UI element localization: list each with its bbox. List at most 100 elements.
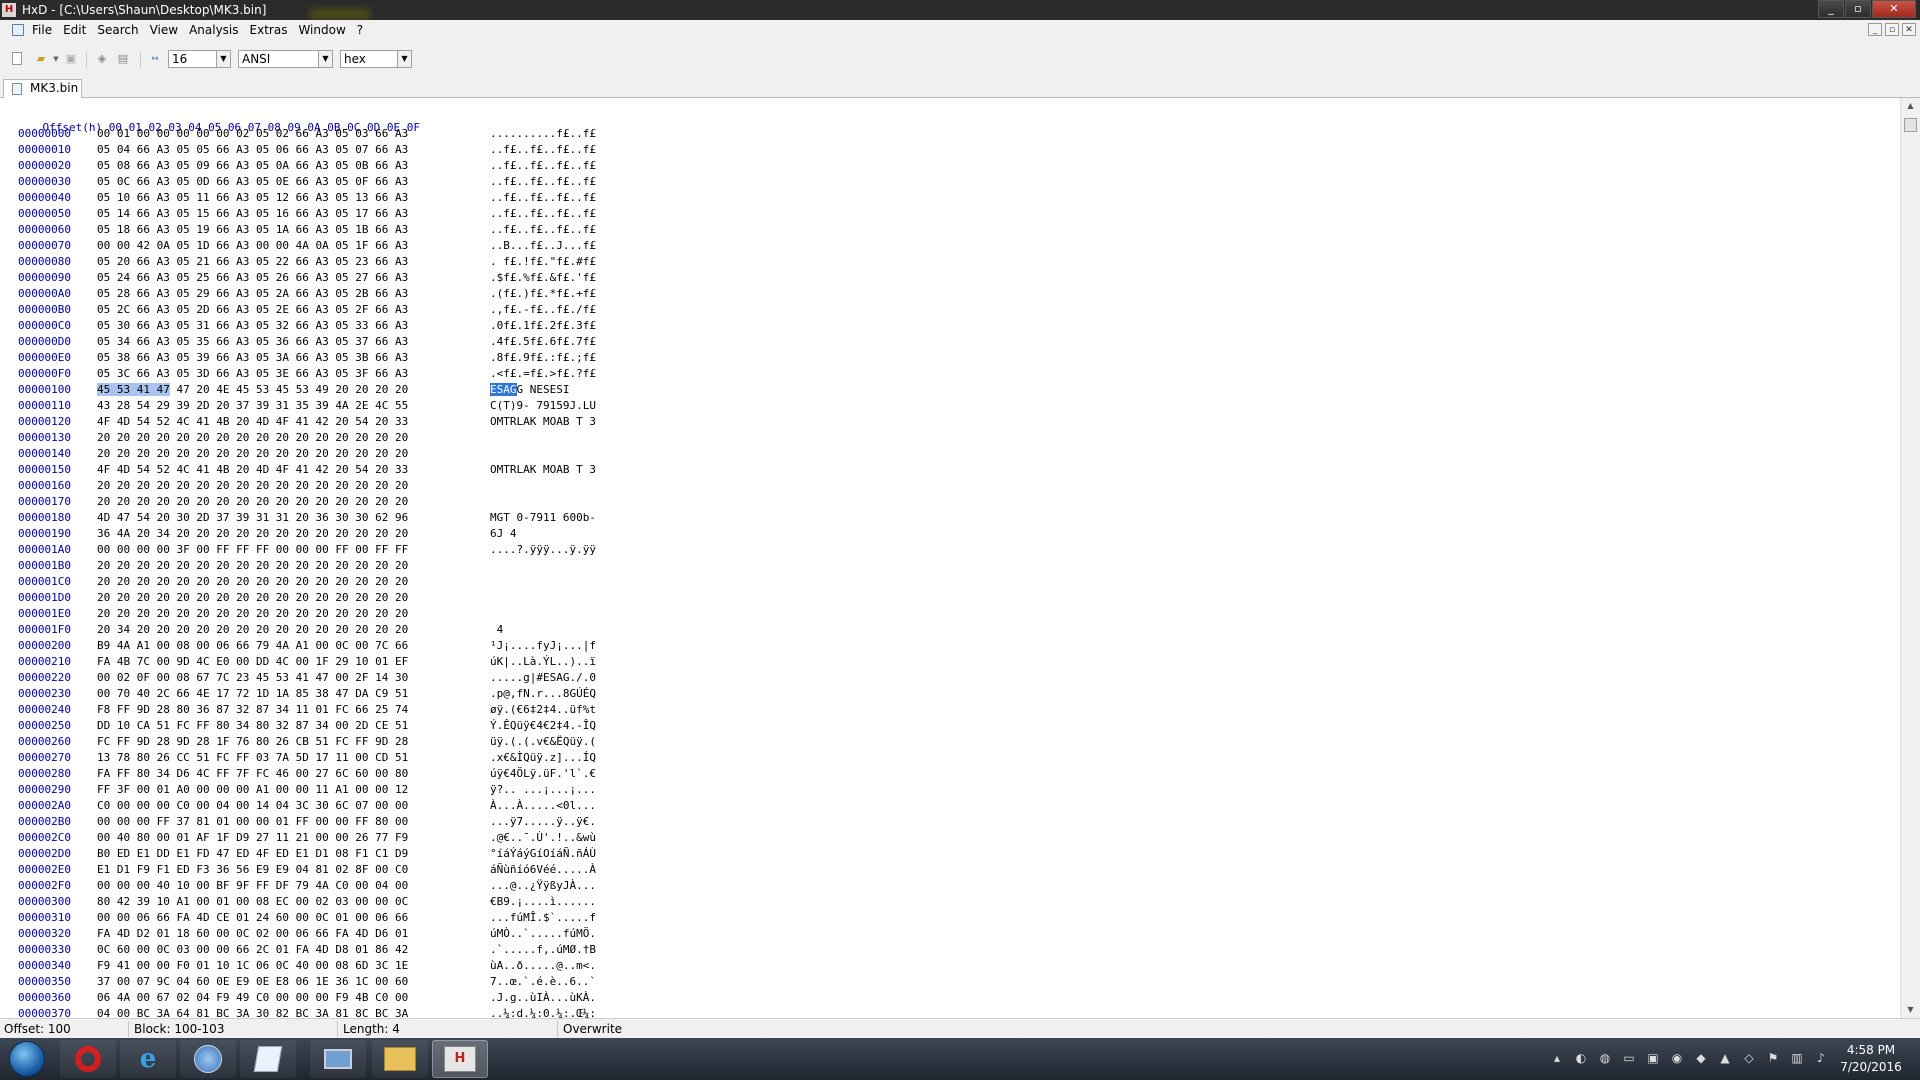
- row-hex-bytes[interactable]: 05 2C 66 A3 05 2D 66 A3 05 2E 66 A3 05 2…: [97, 302, 408, 318]
- save-icon[interactable]: ▣: [64, 52, 78, 66]
- row-ascii[interactable]: ...ÿ7.....ÿ..ÿ€.: [490, 814, 596, 830]
- disk-icon[interactable]: ◈: [95, 52, 109, 66]
- row-hex-bytes[interactable]: 05 34 66 A3 05 35 66 A3 05 36 66 A3 05 3…: [97, 334, 408, 350]
- row-ascii[interactable]: ...fúMÎ.$`.....f: [490, 910, 596, 926]
- row-hex-bytes[interactable]: 20 20 20 20 20 20 20 20 20 20 20 20 20 2…: [97, 494, 408, 510]
- scroll-thumb[interactable]: [1904, 118, 1917, 132]
- status-mode[interactable]: Overwrite: [563, 1022, 622, 1036]
- row-hex-bytes[interactable]: 05 18 66 A3 05 19 66 A3 05 1A 66 A3 05 1…: [97, 222, 408, 238]
- tray-volume-icon[interactable]: ♪: [1812, 1050, 1830, 1066]
- mdi-minimize-button[interactable]: _: [1868, 23, 1882, 36]
- row-hex-bytes[interactable]: 4F 4D 54 52 4C 41 4B 20 4D 4F 41 42 20 5…: [97, 414, 408, 430]
- row-ascii[interactable]: ..f£..f£..f£..f£: [490, 142, 596, 158]
- row-hex-bytes[interactable]: 00 00 00 40 10 00 BF 9F FF DF 79 4A C0 0…: [97, 878, 408, 894]
- tray-shield-icon[interactable]: ◆: [1692, 1050, 1710, 1066]
- row-ascii[interactable]: ùA..ð.....@..m<.: [490, 958, 596, 974]
- menu-help[interactable]: ?: [357, 23, 363, 37]
- row-hex-bytes[interactable]: 4F 4D 54 52 4C 41 4B 20 4D 4F 41 42 20 5…: [97, 462, 408, 478]
- clock[interactable]: 4:58 PM 7/20/2016: [1836, 1042, 1906, 1076]
- row-hex-bytes[interactable]: 05 10 66 A3 05 11 66 A3 05 12 66 A3 05 1…: [97, 190, 408, 206]
- row-hex-bytes[interactable]: 00 70 40 2C 66 4E 17 72 1D 1A 85 38 47 D…: [97, 686, 408, 702]
- new-file-icon[interactable]: [12, 52, 22, 65]
- row-hex-bytes[interactable]: FF 3F 00 01 A0 00 00 00 A1 00 00 11 A1 0…: [97, 782, 408, 798]
- row-ascii[interactable]: ..f£..f£..f£..f£: [490, 174, 596, 190]
- row-hex-bytes[interactable]: 00 01 00 00 00 00 00 02 05 02 66 A3 05 0…: [97, 126, 408, 142]
- row-ascii[interactable]: .@€..¯.Ù'.!..&wù: [490, 830, 596, 846]
- tray-update-icon[interactable]: ◇: [1740, 1050, 1758, 1066]
- tab-mk3-bin[interactable]: MK3.bin: [3, 79, 82, 98]
- row-hex-bytes[interactable]: B9 4A A1 00 08 00 06 66 79 4A A1 00 0C 0…: [97, 638, 408, 654]
- row-hex-bytes[interactable]: 05 20 66 A3 05 21 66 A3 05 22 66 A3 05 2…: [97, 254, 408, 270]
- row-ascii[interactable]: ESAGG NESESI: [490, 382, 596, 398]
- row-ascii[interactable]: úÿ€4ÖLÿ.üF.'l`.€: [490, 766, 596, 782]
- row-ascii[interactable]: ..f£..f£..f£..f£: [490, 190, 596, 206]
- row-hex-bytes[interactable]: F9 41 00 00 F0 01 10 1C 06 0C 40 00 08 6…: [97, 958, 408, 974]
- row-ascii[interactable]: ..........f£..f£: [490, 126, 596, 142]
- row-ascii[interactable]: .8f£.9f£.:f£.;f£: [490, 350, 596, 366]
- row-hex-bytes[interactable]: 0C 60 00 0C 03 00 00 66 2C 01 FA 4D D8 0…: [97, 942, 408, 958]
- row-hex-bytes[interactable]: 13 78 80 26 CC 51 FC FF 03 7A 5D 17 11 0…: [97, 750, 408, 766]
- row-hex-bytes[interactable]: 06 4A 00 67 02 04 F9 49 C0 00 00 00 F9 4…: [97, 990, 408, 1006]
- row-ascii[interactable]: 4: [490, 622, 504, 638]
- selected-hex-bytes[interactable]: 45 53 41 47: [97, 383, 170, 396]
- tray-monitor-icon[interactable]: ▭: [1620, 1050, 1638, 1066]
- row-hex-bytes[interactable]: 05 04 66 A3 05 05 66 A3 05 06 66 A3 05 0…: [97, 142, 408, 158]
- tray-globe-icon[interactable]: ◉: [1668, 1050, 1686, 1066]
- row-ascii[interactable]: ¹J¡....fyJ¡...|f: [490, 638, 596, 654]
- tray-network-icon[interactable]: ◐: [1572, 1050, 1590, 1066]
- app-circle-button[interactable]: [180, 1040, 236, 1078]
- row-ascii[interactable]: . f£.!f£."f£.#f£: [490, 254, 596, 270]
- explorer-button[interactable]: [372, 1040, 428, 1078]
- row-hex-bytes[interactable]: 37 00 07 9C 04 60 0E E9 0E E8 06 1E 36 1…: [97, 974, 408, 990]
- row-hex-bytes[interactable]: 00 40 80 00 01 AF 1F D9 27 11 21 00 00 2…: [97, 830, 408, 846]
- row-ascii[interactable]: C(T)9- 79159J.LU: [490, 398, 596, 414]
- row-hex-bytes[interactable]: 20 20 20 20 20 20 20 20 20 20 20 20 20 2…: [97, 574, 408, 590]
- menu-window[interactable]: Window: [298, 23, 345, 37]
- row-hex-bytes[interactable]: 20 20 20 20 20 20 20 20 20 20 20 20 20 2…: [97, 606, 408, 622]
- row-hex-bytes[interactable]: B0 ED E1 DD E1 FD 47 ED 4F ED E1 D1 08 F…: [97, 846, 408, 862]
- row-hex-bytes[interactable]: E1 D1 F9 F1 ED F3 36 56 E9 E9 04 81 02 8…: [97, 862, 408, 878]
- row-ascii[interactable]: ....?.ÿÿÿ...ÿ.ÿÿ: [490, 542, 596, 558]
- computer-button[interactable]: [310, 1040, 366, 1078]
- tray-display-icon[interactable]: ▣: [1644, 1050, 1662, 1066]
- row-ascii[interactable]: .....g|#ESAG./.0: [490, 670, 596, 686]
- row-hex-bytes[interactable]: 20 20 20 20 20 20 20 20 20 20 20 20 20 2…: [97, 590, 408, 606]
- start-button[interactable]: [4, 1040, 50, 1078]
- opera-button[interactable]: [60, 1040, 116, 1078]
- row-hex-bytes[interactable]: 05 30 66 A3 05 31 66 A3 05 32 66 A3 05 3…: [97, 318, 408, 334]
- row-hex-bytes[interactable]: 00 00 00 00 3F 00 FF FF FF 00 00 00 FF 0…: [97, 542, 408, 558]
- row-hex-bytes[interactable]: 45 53 41 47 47 20 4E 45 53 45 53 49 20 2…: [97, 382, 408, 398]
- selected-ascii[interactable]: ESAG: [490, 383, 517, 396]
- row-ascii[interactable]: ..f£..f£..f£..f£: [490, 158, 596, 174]
- row-ascii[interactable]: OMTRLAK MOAB T 3: [490, 414, 596, 430]
- minimize-button[interactable]: _: [1818, 0, 1844, 18]
- row-ascii[interactable]: .x€&ÌQüÿ.z]...ÍQ: [490, 750, 596, 766]
- row-ascii[interactable]: øÿ.(€6‡2‡4..üf%t: [490, 702, 596, 718]
- row-ascii[interactable]: .`.....f,.úMØ.†B: [490, 942, 596, 958]
- row-hex-bytes[interactable]: F8 FF 9D 28 80 36 87 32 87 34 11 01 FC 6…: [97, 702, 408, 718]
- tray-flag-icon[interactable]: ⚑: [1764, 1050, 1782, 1066]
- tray-signal-icon[interactable]: ▥: [1788, 1050, 1806, 1066]
- row-hex-bytes[interactable]: 05 38 66 A3 05 39 66 A3 05 3A 66 A3 05 3…: [97, 350, 408, 366]
- row-ascii[interactable]: .4f£.5f£.6f£.7f£: [490, 334, 596, 350]
- mdi-restore-button[interactable]: ▫: [1885, 23, 1899, 36]
- row-ascii[interactable]: ..f£..f£..f£..f£: [490, 206, 596, 222]
- row-ascii[interactable]: À...À.....<0l...: [490, 798, 596, 814]
- row-ascii[interactable]: ÿ?.. ...¡...¡...: [490, 782, 596, 798]
- row-ascii[interactable]: úK|..Là.ÝL..)..ï: [490, 654, 596, 670]
- charset-select[interactable]: ANSI ▼: [238, 50, 333, 68]
- row-hex-bytes[interactable]: 05 3C 66 A3 05 3D 66 A3 05 3E 66 A3 05 3…: [97, 366, 408, 382]
- hxd-taskbar-button[interactable]: H: [432, 1040, 488, 1078]
- row-hex-bytes[interactable]: 05 24 66 A3 05 25 66 A3 05 26 66 A3 05 2…: [97, 270, 408, 286]
- notepad-button[interactable]: [240, 1040, 296, 1078]
- print-icon[interactable]: ▤: [116, 52, 130, 66]
- row-ascii[interactable]: üÿ.(.(.v€&ËQüÿ.(: [490, 734, 596, 750]
- row-ascii[interactable]: áÑùñíó6Véé.....À: [490, 862, 596, 878]
- row-ascii[interactable]: úMÒ..`.....fúMÖ.: [490, 926, 596, 942]
- row-ascii[interactable]: €B9.¡....ì......: [490, 894, 596, 910]
- close-button[interactable]: ✕: [1872, 0, 1916, 18]
- row-hex-bytes[interactable]: 05 28 66 A3 05 29 66 A3 05 2A 66 A3 05 2…: [97, 286, 408, 302]
- row-hex-bytes[interactable]: FC FF 9D 28 9D 28 1F 76 80 26 CB 51 FC F…: [97, 734, 408, 750]
- vertical-scrollbar[interactable]: ▲ ▼: [1900, 98, 1920, 1018]
- row-ascii[interactable]: .(f£.)f£.*f£.+f£: [490, 286, 596, 302]
